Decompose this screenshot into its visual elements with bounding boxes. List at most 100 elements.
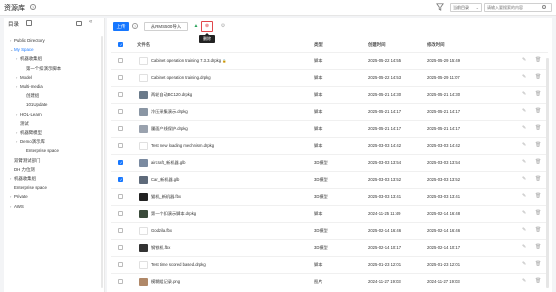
- sidebar-item[interactable]: › Private: [10, 194, 28, 199]
- row-checkbox[interactable]: [118, 194, 123, 199]
- directory-edit-icon[interactable]: [26, 20, 32, 26]
- trash-icon[interactable]: 🗑: [535, 176, 541, 182]
- sidebar-item[interactable]: › Demo演示库: [16, 139, 45, 145]
- trash-icon[interactable]: 🗑: [535, 193, 541, 199]
- sidebar-item[interactable]: Enterprise space: [22, 148, 59, 153]
- table-row[interactable]: 冷压采集演示.drpkg 脚本 2025-05-21 14:17 2025-05-21…: [111, 103, 548, 118]
- file-name[interactable]: Car_新机器.glb: [151, 177, 179, 183]
- column-header-created[interactable]: 创建时间: [368, 42, 386, 48]
- new-folder-icon[interactable]: [76, 21, 82, 26]
- sidebar-item[interactable]: Enterprise space: [10, 185, 47, 190]
- file-name[interactable]: Godzila.fbx: [151, 228, 172, 233]
- sidebar-item[interactable]: 双臂测试部门: [10, 158, 40, 164]
- file-name[interactable]: 第一个扣演示脚本.drpkg: [151, 211, 196, 217]
- table-row[interactable]: 钢铁机.fbx 3D模型 2025-02-14 10:17 2025-02-14 10…: [111, 239, 548, 254]
- edit-icon[interactable]: ✎: [522, 108, 526, 114]
- edit-icon[interactable]: ✎: [522, 193, 526, 199]
- edit-icon[interactable]: ✎: [522, 210, 526, 216]
- search-icon[interactable]: [542, 4, 546, 9]
- sidebar-item[interactable]: › 机器收集组: [10, 176, 36, 182]
- table-row[interactable]: 猫机_新机器.fbx 3D模型 2025-03-03 13:41 2025-03-03…: [111, 188, 548, 203]
- upload-help-icon[interactable]: ?: [132, 23, 138, 29]
- trash-icon[interactable]: 🗑: [535, 125, 541, 131]
- file-name[interactable]: aircraft_新机器.glb: [151, 160, 185, 166]
- file-name[interactable]: 猫机_新机器.fbx: [151, 194, 181, 200]
- row-checkbox[interactable]: [118, 160, 123, 165]
- edit-icon[interactable]: ✎: [522, 159, 526, 165]
- edit-icon[interactable]: ✎: [522, 57, 526, 63]
- help-icon[interactable]: ?: [30, 4, 36, 10]
- file-name[interactable]: Test new loading mechnism.drpkg: [151, 143, 214, 148]
- row-checkbox[interactable]: [118, 75, 123, 80]
- trash-icon[interactable]: 🗑: [535, 244, 541, 250]
- row-checkbox[interactable]: [118, 177, 123, 182]
- sidebar-item[interactable]: › 机器臂模型: [16, 130, 42, 136]
- table-row[interactable]: aircraft_新机器.glb 3D模型 2025-03-03 13:54 2025…: [111, 154, 548, 169]
- table-row[interactable]: 第一个扣演示脚本.drpkg 脚本 2024-11-25 11:49 2025-02-…: [111, 205, 548, 220]
- delete-icon[interactable]: ⊗: [204, 23, 210, 29]
- import-button[interactable]: 从RMS500导入: [144, 22, 188, 31]
- file-name[interactable]: Cabinet operation training.drpkg: [151, 75, 211, 80]
- sidebar-item[interactable]: › AWS: [10, 204, 24, 209]
- table-row[interactable]: Cabinet operation training 7.3.3.drpkg 🔒…: [111, 52, 548, 67]
- trash-icon[interactable]: 🗑: [535, 227, 541, 233]
- trash-icon[interactable]: 🗑: [535, 261, 541, 267]
- edit-icon[interactable]: ✎: [522, 244, 526, 250]
- row-checkbox[interactable]: [118, 58, 123, 63]
- edit-icon[interactable]: ✎: [522, 227, 526, 233]
- move-icon[interactable]: ▲: [193, 23, 199, 29]
- edit-icon[interactable]: ✎: [522, 142, 526, 148]
- row-checkbox[interactable]: [118, 245, 123, 250]
- row-checkbox[interactable]: [118, 211, 123, 216]
- trash-icon[interactable]: 🗑: [535, 210, 541, 216]
- trash-icon[interactable]: 🗑: [535, 278, 541, 284]
- column-header-name[interactable]: 文件名: [137, 42, 150, 48]
- edit-icon[interactable]: ✎: [522, 125, 526, 131]
- sidebar-item[interactable]: DH 力位测: [10, 167, 35, 173]
- table-row[interactable]: Test time scored based.drpkg 脚本 2025-01-23…: [111, 256, 548, 271]
- file-name[interactable]: 模糊组记录.png: [151, 279, 180, 285]
- sidebar-item[interactable]: 创建组: [22, 93, 39, 99]
- trash-icon[interactable]: 🗑: [535, 108, 541, 114]
- filter-icon[interactable]: [436, 3, 444, 11]
- table-row[interactable]: Test new loading mechnism.drpkg 脚本 2025-03…: [111, 137, 548, 152]
- row-checkbox[interactable]: [118, 143, 123, 148]
- row-checkbox[interactable]: [118, 262, 123, 267]
- table-row[interactable]: Car_新机器.glb 3D模型 2025-03-03 13:52 2025-03-0…: [111, 171, 548, 186]
- row-checkbox[interactable]: [118, 109, 123, 114]
- edit-icon[interactable]: ✎: [522, 91, 526, 97]
- file-name[interactable]: 履面产线保护.drpkg: [151, 126, 188, 132]
- sidebar-item[interactable]: › Model: [16, 75, 32, 80]
- sidebar-item[interactable]: › Public Directory: [10, 38, 45, 43]
- table-scrollbar[interactable]: [546, 58, 549, 288]
- row-checkbox[interactable]: [118, 92, 123, 97]
- column-header-type[interactable]: 类型: [314, 42, 323, 48]
- sidebar-scrollbar[interactable]: [101, 36, 103, 288]
- sidebar-item[interactable]: 101Update: [22, 102, 47, 107]
- scope-select[interactable]: 当前目录 ⌄: [450, 3, 482, 12]
- column-header-modified[interactable]: 修改时间: [427, 42, 445, 48]
- file-name[interactable]: Test time scored based.drpkg: [151, 262, 206, 267]
- trash-icon[interactable]: 🗑: [535, 57, 541, 63]
- table-row[interactable]: 模糊组记录.png 图片 2024-11-27 19:03 2024-11-27 19…: [111, 273, 548, 288]
- select-all-checkbox[interactable]: [118, 42, 123, 47]
- file-name[interactable]: Cabinet operation training 7.3.3.drpkg 🔒: [151, 58, 226, 63]
- settings-icon[interactable]: ⚙: [220, 23, 226, 29]
- row-checkbox[interactable]: [118, 279, 123, 284]
- edit-icon[interactable]: ✎: [522, 261, 526, 267]
- file-name[interactable]: 冷压采集演示.drpkg: [151, 109, 188, 115]
- trash-icon[interactable]: 🗑: [535, 74, 541, 80]
- sidebar-item[interactable]: 第一个扣演示脚本: [22, 66, 61, 72]
- table-row[interactable]: Godzila.fbx 3D模型 2025-02-14 16:46 2025-02-1…: [111, 222, 548, 237]
- edit-icon[interactable]: ✎: [522, 74, 526, 80]
- trash-icon[interactable]: 🗑: [535, 142, 541, 148]
- sidebar-item[interactable]: ⌄My Space: [10, 47, 34, 52]
- file-name[interactable]: 两轮自动BC120.drpkg: [151, 92, 192, 98]
- sidebar-item[interactable]: › 机器收集组: [16, 56, 42, 62]
- sidebar-item[interactable]: › Multi-media: [16, 84, 43, 89]
- trash-icon[interactable]: 🗑: [535, 91, 541, 97]
- edit-icon[interactable]: ✎: [522, 278, 526, 284]
- collapse-sidebar-icon[interactable]: «: [89, 19, 92, 25]
- sidebar-item[interactable]: › HOL-Learn: [16, 112, 42, 117]
- table-row[interactable]: Cabinet operation training.drpkg 脚本 2025-0…: [111, 69, 548, 84]
